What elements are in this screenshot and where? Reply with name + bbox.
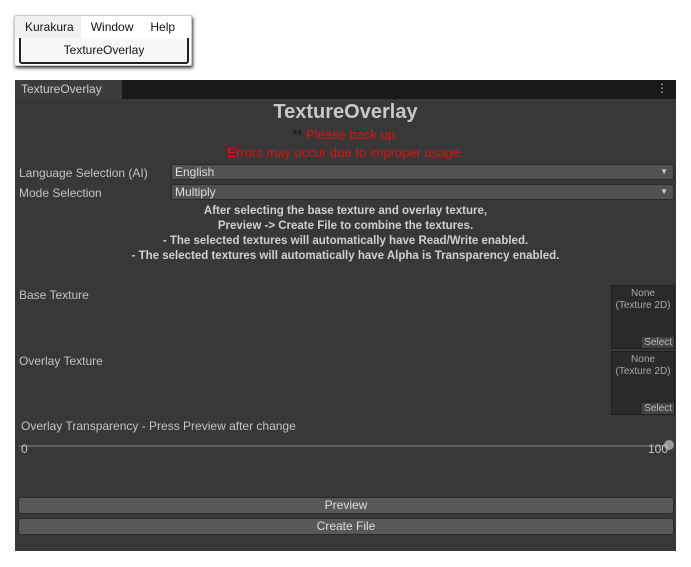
warning-prefix: **: [292, 127, 303, 142]
chevron-down-icon: ▼: [660, 187, 668, 196]
info-line: After selecting the base texture and ove…: [203, 205, 488, 217]
menu-popup: Kurakura Window Help TextureOverlay: [14, 15, 192, 66]
none-text: None: [631, 354, 655, 365]
type-text: (Texture 2D): [615, 366, 671, 377]
warning-text: Please back up.: [306, 127, 399, 142]
tab-textureoverlay[interactable]: TextureOverlay: [15, 80, 122, 99]
mode-value: Multiply: [175, 185, 216, 199]
base-texture-label: Base Texture: [19, 288, 89, 302]
type-text: (Texture 2D): [615, 300, 671, 311]
menu-kurakura[interactable]: Kurakura: [15, 16, 81, 38]
menu-help[interactable]: Help: [143, 20, 182, 34]
language-select[interactable]: English ▼: [171, 164, 674, 180]
chevron-down-icon: ▼: [660, 167, 668, 176]
none-text: None: [631, 288, 655, 299]
language-label: Language Selection (AI): [19, 166, 148, 180]
base-texture-field[interactable]: None (Texture 2D) Select: [611, 285, 675, 349]
base-select-button[interactable]: Select: [642, 337, 674, 348]
mode-label: Mode Selection: [19, 186, 102, 200]
info-line: Preview -> Create File to combine the te…: [217, 220, 474, 232]
slider-max: 100: [648, 442, 669, 456]
tab-bar: TextureOverlay ⋮: [15, 80, 676, 99]
warning-errors: Errors may occur due to improper usage.: [227, 145, 464, 160]
mode-select[interactable]: Multiply ▼: [171, 184, 674, 200]
transparency-slider[interactable]: [19, 445, 669, 447]
menu-item-textureoverlay[interactable]: TextureOverlay: [19, 38, 189, 64]
overlay-texture-field[interactable]: None (Texture 2D) Select: [611, 351, 675, 415]
more-options-icon[interactable]: ⋮: [656, 81, 668, 95]
create-file-button[interactable]: Create File: [18, 518, 674, 535]
language-value: English: [175, 165, 215, 179]
texture-overlay-window: TextureOverlay ⋮ TextureOverlay ** Pleas…: [15, 80, 676, 551]
info-line: - The selected textures will automatical…: [131, 250, 560, 262]
instructions: After selecting the base texture and ove…: [15, 204, 676, 264]
menu-window[interactable]: Window: [84, 20, 141, 34]
menubar: Kurakura Window Help: [15, 16, 191, 38]
warning-backup: ** Please back up.: [15, 127, 676, 142]
slider-min: 0: [21, 442, 28, 456]
overlay-texture-label: Overlay Texture: [19, 354, 103, 368]
preview-button[interactable]: Preview: [18, 497, 674, 514]
page-title: TextureOverlay: [273, 101, 418, 123]
overlay-select-button[interactable]: Select: [642, 403, 674, 414]
info-line: - The selected textures will automatical…: [162, 235, 529, 247]
transparency-label: Overlay Transparency - Press Preview aft…: [21, 419, 296, 433]
